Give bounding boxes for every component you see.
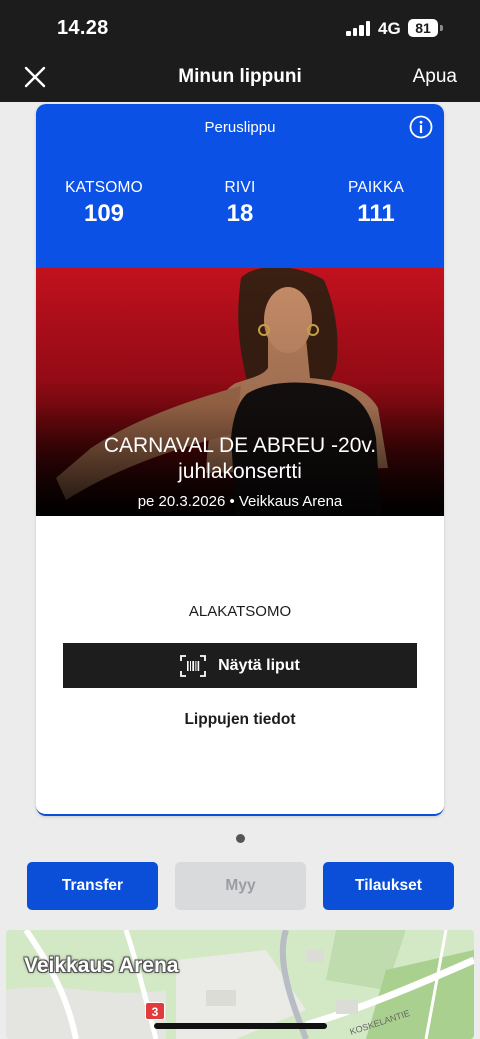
show-tickets-label: Näytä liput <box>218 656 300 674</box>
page-title: Minun lippuni <box>178 66 302 87</box>
seat-stand: KATSOMO 109 <box>36 179 172 228</box>
help-link[interactable]: Apua <box>413 66 457 88</box>
section-label: ALAKATSOMO <box>188 603 292 620</box>
orders-button[interactable]: Tilaukset <box>323 862 454 910</box>
event-title-line2: juhlakonsertti <box>178 460 302 483</box>
seat-stand-value: 109 <box>83 200 125 227</box>
show-tickets-button[interactable]: Näytä liput <box>63 643 417 688</box>
seat-number-value: 111 <box>357 200 395 227</box>
seat-row-value: 18 <box>226 200 254 227</box>
barcode-scan-icon <box>180 654 206 677</box>
ticket-card: Peruslippu KATSOMO 109 RIVI 18 PAIKKA 11… <box>36 104 444 816</box>
battery-tip <box>440 25 443 31</box>
transfer-button[interactable]: Transfer <box>27 862 158 910</box>
home-indicator[interactable] <box>154 1023 327 1029</box>
seat-row: RIVI 18 <box>172 179 308 228</box>
info-button[interactable] <box>409 115 433 139</box>
event-title: CARNAVAL DE ABREU -20v. juhlakonsertti <box>36 433 444 485</box>
seat-number-label: PAIKKA <box>347 179 405 196</box>
pager-dot[interactable] <box>236 834 245 843</box>
ticket-type: Peruslippu <box>204 119 276 136</box>
info-icon <box>409 115 433 139</box>
status-time: 14.28 <box>57 17 109 39</box>
sell-button[interactable]: Myy <box>175 862 306 910</box>
seat-row-label: RIVI <box>224 179 256 196</box>
ticket-header: Peruslippu KATSOMO 109 RIVI 18 PAIKKA 11… <box>36 104 444 268</box>
top-bar: 14.28 4G 81 Minun lippuni Apua <box>0 0 480 102</box>
event-date-venue: pe 20.3.2026 • Veikkaus Arena <box>137 493 343 510</box>
seat-number: PAIKKA 111 <box>308 179 444 228</box>
road-number-badge: 3 <box>145 1002 165 1020</box>
signal-icon <box>346 21 372 36</box>
battery-icon: 81 <box>408 19 438 37</box>
event-title-line1: CARNAVAL DE ABREU -20v. <box>103 434 377 457</box>
ticket-details-link[interactable]: Lippujen tiedot <box>36 711 444 729</box>
network-type: 4G <box>378 19 401 38</box>
map-venue-label: Veikkaus Arena <box>24 954 179 977</box>
event-image: CARNAVAL DE ABREU -20v. juhlakonsertti p… <box>36 268 444 516</box>
seat-stand-label: KATSOMO <box>65 179 143 196</box>
